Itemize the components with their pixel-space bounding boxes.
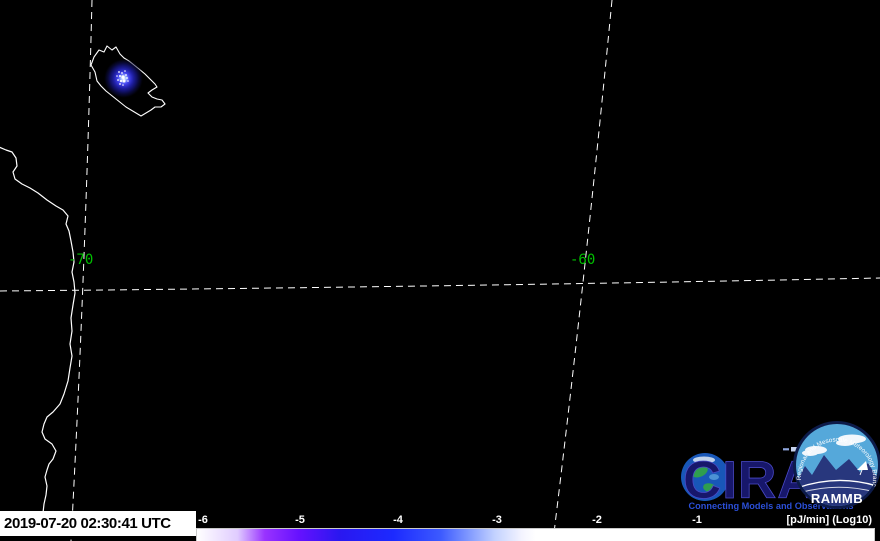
glm-map-view: -70 -60 CIRA Connecting Models and Obser… [0, 0, 880, 541]
latitude-line [0, 277, 880, 292]
colorbar-tick: -1 [692, 514, 702, 526]
logo-block: CIRA Connecting Models and Observations [0, 0, 880, 515]
lightning-cluster [103, 58, 144, 99]
timestamp: 2019-07-20 02:30:41 UTC [0, 511, 196, 536]
colorbar-tick: -3 [492, 514, 502, 526]
colorbar-tick: -5 [295, 514, 305, 526]
colorbar-tick: -6 [198, 514, 208, 526]
colorbar-tick: -4 [393, 514, 403, 526]
colorbar-units-label: [pJ/min] (Log10) [786, 514, 872, 526]
colorbar-tick: -2 [592, 514, 602, 526]
coastline-path [0, 146, 76, 514]
longitude-label-60: -60 [570, 252, 595, 268]
rammb-wordmark: RAMMB [811, 491, 863, 506]
longitude-label-70: -70 [68, 252, 93, 268]
colorbar-strip [196, 528, 875, 541]
meridian-line-60 [552, 0, 613, 541]
meridian-line-70 [70, 0, 93, 541]
